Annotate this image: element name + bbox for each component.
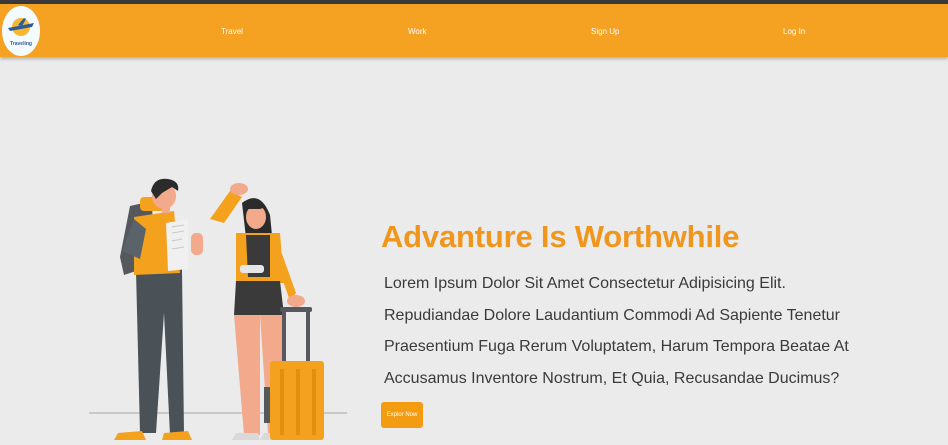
traveling-logo-icon[interactable]: Traveling: [2, 6, 40, 56]
nav-link-travel[interactable]: Travel: [221, 27, 243, 36]
nav-link-work[interactable]: Work: [408, 27, 427, 36]
navbar: Traveling Travel Work Sign Up Log In: [0, 4, 948, 57]
travelers-illustration: [84, 173, 354, 440]
explore-now-button[interactable]: Explor Now: [381, 402, 423, 428]
nav-link-log-in[interactable]: Log In: [783, 27, 805, 36]
logo-text: Traveling: [10, 41, 32, 47]
hero-title: Advanture Is Worthwhile: [381, 219, 740, 254]
hero-description: Lorem Ipsum Dolor Sit Amet Consectetur A…: [384, 275, 849, 387]
nav-link-sign-up[interactable]: Sign Up: [591, 27, 619, 36]
